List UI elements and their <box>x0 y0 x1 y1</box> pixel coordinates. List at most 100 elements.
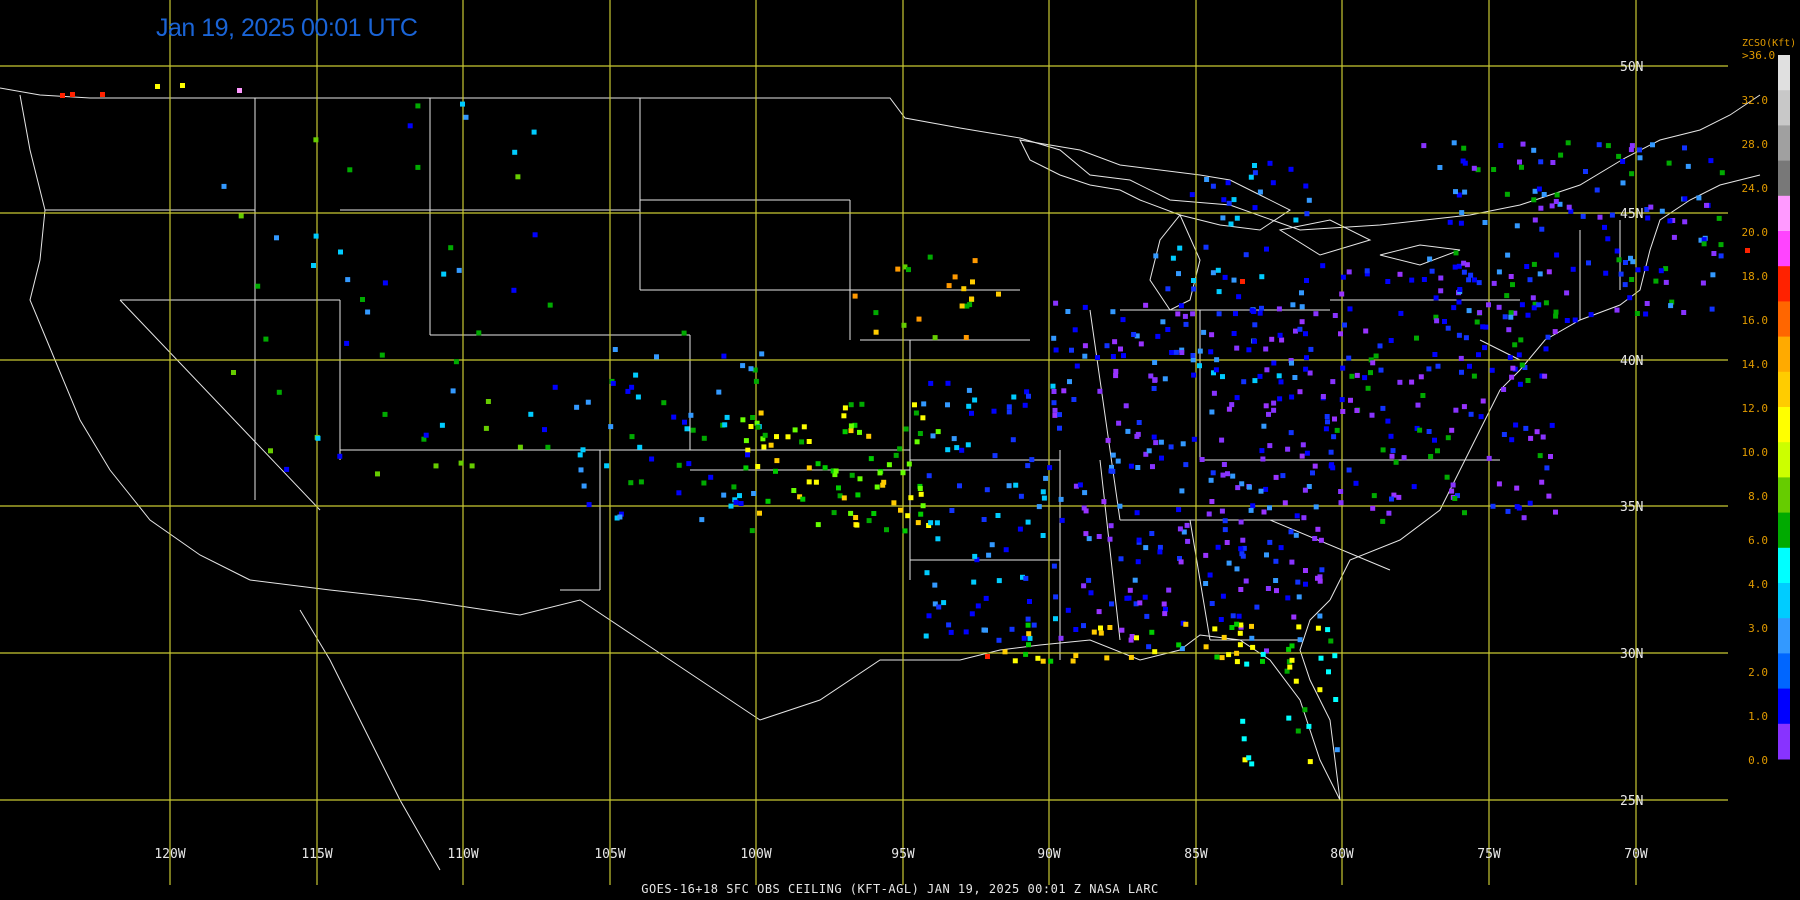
station-marker <box>637 444 643 450</box>
station-marker <box>855 492 861 498</box>
station-marker <box>1240 553 1246 559</box>
longitude-label: 70W <box>1624 847 1648 862</box>
station-marker <box>1191 436 1197 442</box>
station-marker <box>1246 484 1252 490</box>
station-marker <box>963 629 969 635</box>
station-marker <box>612 347 618 352</box>
footer-caption: GOES-16+18 SFC OBS CEILING (KFT-AGL) JAN… <box>641 882 1159 896</box>
station-marker <box>1107 536 1113 542</box>
station-marker <box>737 493 742 499</box>
station-marker <box>1596 142 1602 148</box>
station-marker <box>1545 334 1551 340</box>
legend-top-label: >36.0 <box>1742 49 1775 62</box>
station-marker <box>745 447 751 453</box>
station-marker <box>1432 437 1437 443</box>
station-marker <box>1146 644 1152 650</box>
station-marker <box>1458 220 1464 226</box>
station-marker <box>1297 637 1303 643</box>
station-marker <box>1220 593 1226 599</box>
station-marker <box>1191 286 1197 292</box>
station-marker <box>649 456 655 462</box>
station-marker <box>886 462 892 468</box>
station-marker <box>1101 499 1107 505</box>
station-marker <box>1009 626 1015 632</box>
station-marker <box>1183 321 1189 327</box>
station-marker <box>1643 266 1649 272</box>
station-marker <box>1213 367 1219 373</box>
station-marker <box>984 487 990 493</box>
station-marker <box>1110 309 1116 315</box>
station-marker <box>765 498 771 504</box>
legend-title: ZCSO(Kft) <box>1742 38 1796 49</box>
station-marker <box>1616 153 1622 159</box>
station-marker <box>1144 613 1150 619</box>
station-marker <box>1458 355 1464 361</box>
station-marker <box>912 402 917 408</box>
station-marker <box>773 468 778 474</box>
longitude-label: 120W <box>154 847 185 862</box>
station-marker <box>1550 160 1556 165</box>
lat-lon-grid <box>0 0 1728 885</box>
station-marker <box>1286 715 1292 721</box>
station-marker <box>1081 623 1086 629</box>
station-marker <box>1070 658 1076 664</box>
station-marker <box>684 426 690 432</box>
station-marker <box>1279 337 1285 343</box>
legend-band <box>1778 688 1790 725</box>
station-marker <box>1453 407 1459 413</box>
station-marker <box>740 363 746 369</box>
station-marker <box>1531 197 1537 203</box>
station-marker <box>1244 661 1250 667</box>
station-marker <box>382 280 388 286</box>
station-marker <box>1143 545 1149 551</box>
station-marker <box>1072 327 1078 333</box>
station-marker <box>945 447 951 453</box>
station-marker <box>1153 440 1159 446</box>
station-marker <box>1453 189 1458 195</box>
station-marker <box>676 462 682 468</box>
station-marker <box>1058 496 1064 502</box>
station-marker <box>1681 310 1687 315</box>
station-marker <box>532 232 538 238</box>
station-marker <box>1178 559 1184 565</box>
station-marker <box>1456 299 1462 305</box>
legend-tick-label: 18.0 <box>1742 270 1769 283</box>
station-marker <box>313 137 319 143</box>
station-marker <box>743 438 749 444</box>
station-marker <box>1165 286 1171 292</box>
station-marker <box>315 435 321 441</box>
station-marker <box>774 434 779 440</box>
station-marker <box>1040 489 1046 495</box>
legend-tick-label: 3.0 <box>1748 622 1768 635</box>
station-marker <box>1270 180 1276 186</box>
station-marker <box>1116 420 1122 426</box>
station-marker <box>1058 635 1064 641</box>
station-marker <box>1346 355 1352 361</box>
station-marker <box>1531 147 1537 153</box>
station-marker <box>1718 242 1724 248</box>
station-marker <box>1003 547 1009 553</box>
station-marker <box>1081 583 1087 589</box>
station-marker <box>1175 311 1181 317</box>
station-marker <box>1580 213 1586 219</box>
station-marker <box>966 387 972 393</box>
station-marker <box>1257 373 1263 379</box>
station-marker <box>1310 470 1315 476</box>
station-marker <box>344 340 350 346</box>
station-marker <box>1525 312 1531 318</box>
legend-band <box>1778 195 1790 232</box>
station-marker <box>1519 164 1524 170</box>
station-marker <box>1018 493 1024 499</box>
station-marker <box>952 274 958 280</box>
station-marker <box>1620 180 1626 186</box>
station-marker <box>441 271 447 277</box>
station-marker <box>932 582 938 588</box>
station-marker <box>1178 303 1184 309</box>
legend-band <box>1778 231 1790 267</box>
station-marker <box>975 603 981 609</box>
station-marker <box>1249 635 1255 641</box>
station-marker <box>1386 510 1392 516</box>
station-marker <box>1537 453 1543 459</box>
station-marker <box>755 424 761 430</box>
station-marker <box>311 263 316 268</box>
